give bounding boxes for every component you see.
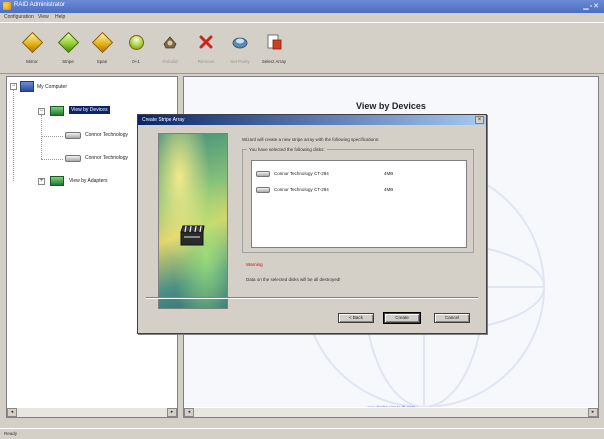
rebuild-button[interactable]: Rebuild [158, 27, 182, 71]
raid01-label: 0+1 [132, 59, 140, 64]
scroll-right-icon[interactable]: ▸ [167, 408, 177, 417]
list-item[interactable]: Connor Technology CT-294 4MB [256, 185, 456, 195]
mirror-label: Mirror [26, 59, 38, 64]
wizard-intro-text: Wizard will create a new stripe array wi… [242, 137, 380, 142]
dialog-title: Create Stripe Array [142, 117, 185, 123]
toolbar: Mirror Stripe Span 0+1 Rebuild Remove Se… [0, 22, 604, 74]
tree-line [41, 159, 63, 160]
tree-node-view-by-adapters[interactable]: View by Adapters [69, 178, 108, 184]
span-icon [91, 31, 114, 54]
cancel-button[interactable]: Cancel [434, 313, 470, 323]
menu-view[interactable]: View [38, 14, 49, 20]
stripe-icon [57, 31, 80, 54]
disk-size: 4MB [384, 171, 394, 176]
back-button[interactable]: < Back [338, 313, 374, 323]
parity-icon [231, 33, 249, 51]
wizard-banner-image [158, 133, 228, 309]
select-array-button[interactable]: Select Array [262, 27, 286, 71]
group-title: You have selected the following disks: [247, 147, 327, 152]
mirror-button[interactable]: Mirror [20, 27, 44, 71]
create-button[interactable]: Create [383, 312, 421, 324]
tree-node-my-computer[interactable]: My Computer [37, 84, 67, 90]
raid01-button[interactable]: 0+1 [124, 27, 148, 71]
tree-line [13, 89, 14, 181]
select-array-icon [265, 33, 283, 51]
span-label: Span [96, 59, 108, 64]
menu-help[interactable]: Help [55, 14, 65, 20]
window-controls[interactable]: ▁▫✕ [583, 2, 600, 10]
tree-line [41, 136, 63, 137]
adapters-group-icon [50, 176, 64, 186]
disk-name: Connor Technology CT-294 [274, 171, 329, 176]
status-bar: Ready [0, 428, 604, 439]
select-array-label: Select Array [261, 59, 287, 64]
clapperboard-icon [180, 225, 205, 246]
selected-disks-group: You have selected the following disks: C… [242, 147, 474, 253]
devices-group-icon [50, 106, 64, 116]
remove-icon [197, 33, 215, 51]
app-icon [3, 2, 11, 10]
raid01-icon [125, 31, 148, 54]
rebuild-icon [161, 33, 179, 51]
stripe-button[interactable]: Stripe [56, 27, 80, 71]
scroll-left-icon[interactable]: ◂ [7, 408, 17, 417]
status-text: Ready [4, 431, 18, 436]
close-icon[interactable]: × [475, 116, 484, 124]
dialog-titlebar: Create Stripe Array × [138, 115, 486, 125]
tree-node-device[interactable]: Connor Technology [85, 155, 128, 161]
disk-size: 4MB [384, 187, 394, 192]
dialog-divider [146, 297, 478, 299]
remove-label: Remove [197, 59, 215, 64]
page-heading: View by Devices [356, 101, 426, 111]
scroll-left-icon[interactable]: ◂ [184, 408, 194, 417]
menu-bar: Configuration View Help [0, 13, 604, 22]
hard-drive-icon [256, 187, 270, 193]
menu-configuration[interactable]: Configuration [4, 14, 34, 20]
set-parity-label: Set Parity [230, 59, 250, 64]
computer-icon [20, 81, 34, 92]
stripe-label: Stripe [62, 59, 74, 64]
expand-toggle[interactable]: + [38, 178, 45, 185]
span-button[interactable]: Span [90, 27, 114, 71]
expand-toggle[interactable]: − [38, 108, 45, 115]
list-item[interactable]: Connor Technology CT-294 4MB [256, 169, 456, 179]
tree-horizontal-scrollbar[interactable]: ◂ ▸ [7, 407, 177, 417]
tree-node-device[interactable]: Connor Technology [85, 132, 128, 138]
mirror-icon [21, 31, 44, 54]
tree-node-view-by-devices[interactable]: View by Devices [69, 106, 110, 114]
scroll-right-icon[interactable]: ▸ [588, 408, 598, 417]
remove-button[interactable]: Remove [194, 27, 218, 71]
disk-name: Connor Technology CT-294 [274, 187, 329, 192]
warning-text: Data on the selected disks will be all d… [246, 277, 341, 282]
expand-toggle[interactable]: − [10, 83, 17, 90]
hard-drive-icon [65, 155, 81, 162]
hard-drive-icon [256, 171, 270, 177]
warning-label: Warning [246, 262, 263, 267]
content-horizontal-scrollbar[interactable]: ◂ ▸ [184, 407, 598, 417]
rebuild-label: Rebuild [162, 59, 178, 64]
tree-line [41, 115, 42, 159]
hard-drive-icon [65, 132, 81, 139]
window-titlebar: RAID Administrator ▁▫✕ [0, 0, 604, 13]
window-title: RAID Administrator [14, 2, 66, 8]
set-parity-button[interactable]: Set Parity [228, 27, 252, 71]
create-array-dialog: Create Stripe Array × Wizard will create… [137, 114, 487, 334]
selected-disks-list[interactable]: Connor Technology CT-294 4MB Connor Tech… [251, 160, 467, 248]
